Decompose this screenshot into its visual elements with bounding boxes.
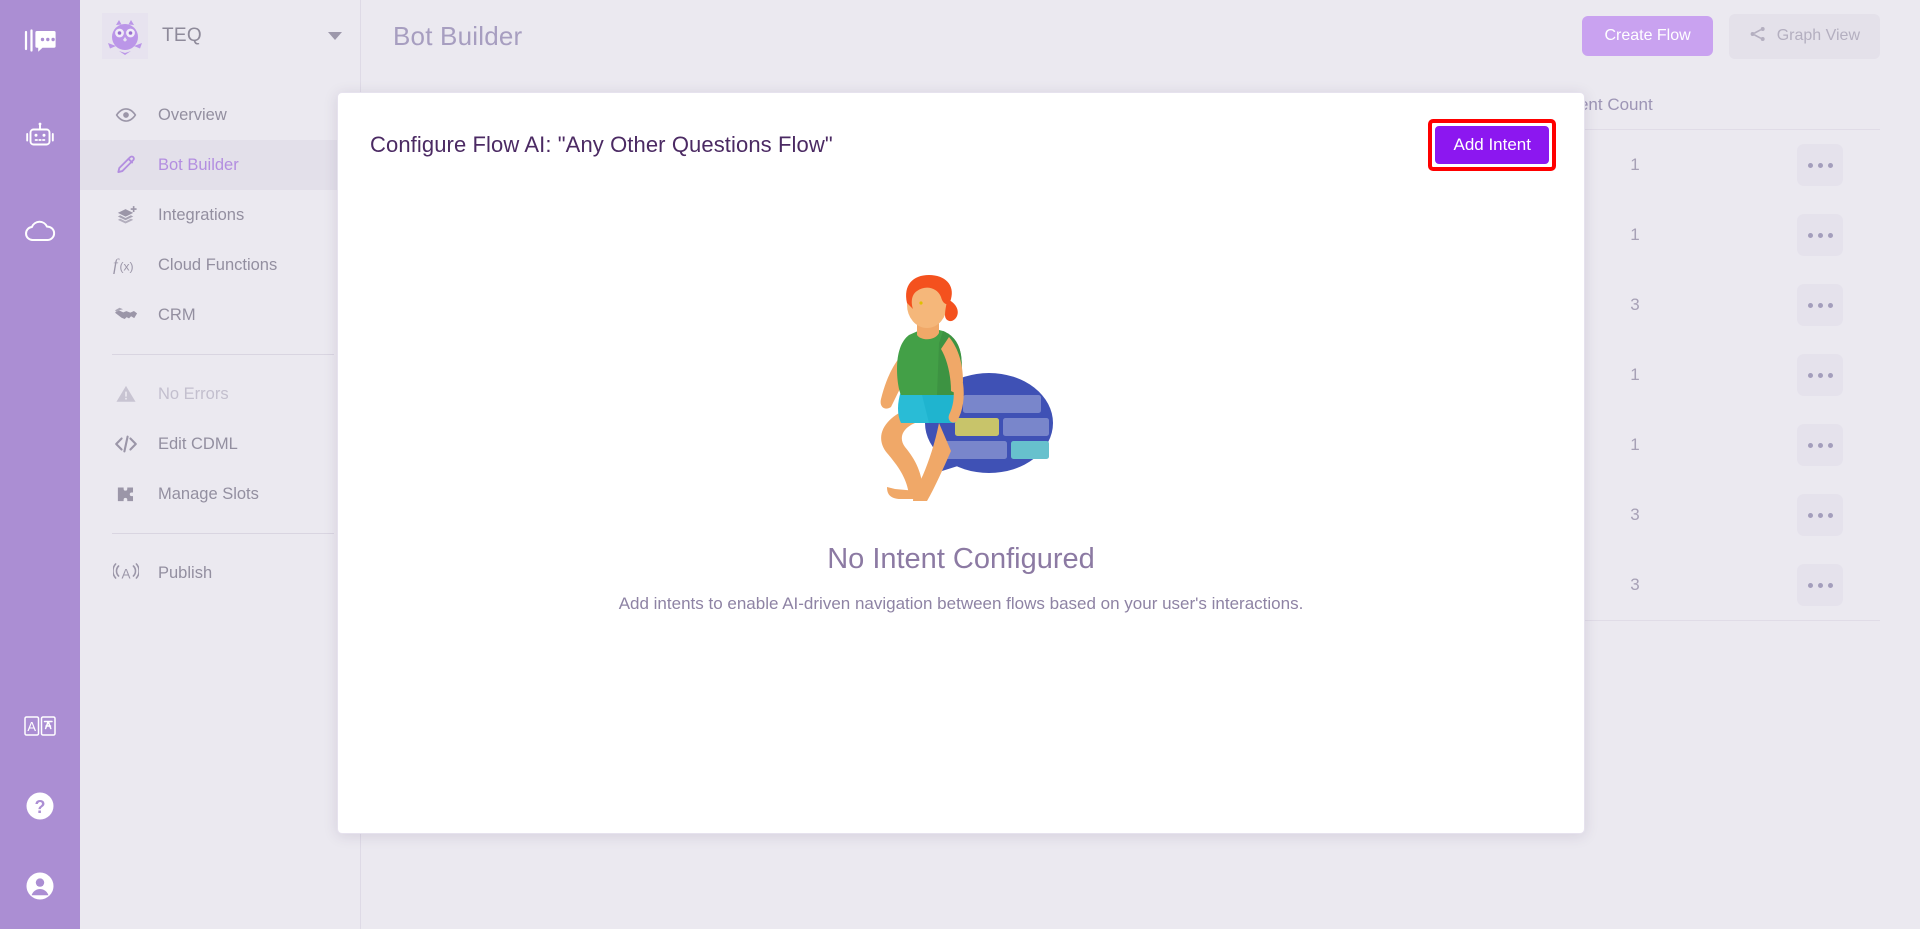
dialog-title: Configure Flow AI: "Any Other Questions … — [370, 132, 833, 157]
chat-logo-icon[interactable] — [19, 22, 61, 64]
empty-state-title: No Intent Configured — [827, 543, 1095, 575]
icon-rail: A ? — [0, 0, 80, 929]
icon-rail-bottom-group: A ? — [19, 705, 61, 907]
sidebar-item-overview[interactable]: Overview — [80, 90, 360, 140]
page-header: Bot Builder Create Flow Graph View — [361, 0, 1920, 72]
icon-rail-top-group — [19, 22, 61, 252]
account-icon[interactable] — [19, 865, 61, 907]
chevron-down-icon[interactable] — [328, 32, 342, 40]
sidebar-item-label: Publish — [158, 563, 213, 582]
workspace-switcher[interactable]: TEQ — [80, 0, 360, 72]
graph-node-icon — [1749, 25, 1767, 48]
ellipsis-icon[interactable] — [1797, 424, 1843, 466]
create-flow-button[interactable]: Create Flow — [1582, 16, 1713, 56]
graph-view-label: Graph View — [1776, 27, 1860, 44]
row-actions — [1760, 214, 1880, 256]
empty-state: No Intent Configured Add intents to enab… — [338, 273, 1584, 614]
ellipsis-icon[interactable] — [1797, 494, 1843, 536]
sidebar-item-label: Cloud Functions — [158, 255, 278, 274]
svg-text:(x): (x) — [120, 260, 134, 274]
handshake-icon — [112, 305, 140, 325]
svg-text:A: A — [27, 719, 36, 734]
sidebar-nav: Overview Bot Builder Integrations f (x) … — [80, 90, 360, 598]
sidebar-item-cloud-functions[interactable]: f (x) Cloud Functions — [80, 240, 360, 290]
function-icon: f (x) — [112, 253, 140, 277]
ellipsis-icon[interactable] — [1797, 144, 1843, 186]
sidebar-item-integrations[interactable]: Integrations — [80, 190, 360, 240]
sidebar-divider-2 — [112, 533, 334, 534]
sidebar-item-bot-builder[interactable]: Bot Builder — [80, 140, 360, 190]
sidebar-item-crm[interactable]: CRM — [80, 290, 360, 340]
sidebar-item-label: Edit CDML — [158, 434, 238, 453]
page-title: Bot Builder — [393, 20, 523, 51]
row-actions — [1760, 564, 1880, 606]
empty-state-subtitle: Add intents to enable AI-driven navigati… — [618, 594, 1304, 613]
ellipsis-icon[interactable] — [1797, 214, 1843, 256]
ellipsis-icon[interactable] — [1797, 354, 1843, 396]
layers-plus-icon — [112, 204, 140, 227]
sidebar-item-no-errors[interactable]: No Errors — [80, 369, 360, 419]
svg-text:?: ? — [35, 797, 46, 817]
ellipsis-icon[interactable] — [1797, 284, 1843, 326]
row-actions — [1760, 284, 1880, 326]
eye-icon — [112, 104, 140, 126]
app-root: A ? TEQ Overview Bot Builder Integration… — [0, 0, 1920, 929]
help-icon[interactable]: ? — [19, 785, 61, 827]
puzzle-icon — [112, 483, 140, 505]
sidebar-item-label: Integrations — [158, 205, 245, 224]
robot-icon[interactable] — [19, 116, 61, 158]
sidebar-item-publish[interactable]: A Publish — [80, 548, 360, 598]
graph-view-button[interactable]: Graph View — [1728, 13, 1880, 59]
sidebar-item-edit-cdml[interactable]: Edit CDML — [80, 419, 360, 469]
sidebar-item-label: CRM — [158, 305, 196, 324]
ellipsis-icon[interactable] — [1797, 564, 1843, 606]
configure-flow-ai-dialog: Configure Flow AI: "Any Other Questions … — [337, 92, 1585, 834]
column-header-actions — [1760, 95, 1880, 115]
broadcast-icon: A — [112, 562, 140, 584]
row-actions — [1760, 424, 1880, 466]
sidebar-item-label: Overview — [158, 105, 227, 124]
row-actions — [1760, 354, 1880, 396]
add-intent-button[interactable]: Add Intent — [1435, 126, 1549, 164]
sidebar-divider-1 — [112, 354, 334, 355]
warning-icon — [112, 383, 140, 405]
sidebar-item-manage-slots[interactable]: Manage Slots — [80, 469, 360, 519]
person-sitting-on-chat-bubble-illustration — [843, 273, 1079, 509]
sidebar: TEQ Overview Bot Builder Integrations f … — [80, 0, 361, 929]
row-actions — [1760, 144, 1880, 186]
sidebar-item-label: No Errors — [158, 384, 229, 403]
pencil-icon — [112, 154, 140, 176]
svg-text:A: A — [121, 567, 130, 582]
code-icon — [112, 433, 140, 455]
sidebar-item-label: Bot Builder — [158, 155, 239, 174]
row-actions — [1760, 494, 1880, 536]
translate-icon[interactable]: A — [19, 705, 61, 747]
owl-logo-icon — [102, 13, 148, 59]
sidebar-item-label: Manage Slots — [158, 484, 259, 503]
dialog-header: Configure Flow AI: "Any Other Questions … — [338, 93, 1584, 171]
cloud-icon[interactable] — [19, 210, 61, 252]
workspace-name: TEQ — [162, 25, 202, 46]
add-intent-highlight: Add Intent — [1428, 119, 1556, 171]
